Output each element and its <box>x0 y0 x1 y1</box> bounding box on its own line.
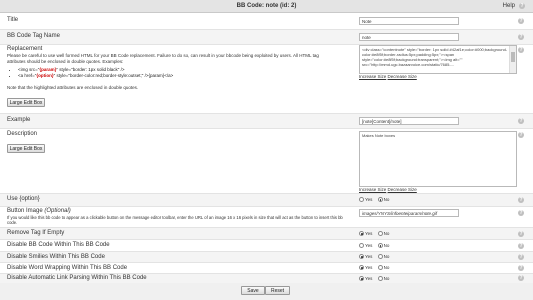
replacement-note: Note that the highlighted attributes are… <box>7 85 139 90</box>
disable-wrap-yes[interactable]: Yes <box>359 265 372 271</box>
radio-yes[interactable] <box>359 243 364 249</box>
row-disable-smilies: Disable Smilies Within This BB Code Yes … <box>0 252 533 263</box>
row-example: Example [note]Content[/note] ? <box>0 114 533 129</box>
help-icon[interactable]: ? <box>518 197 524 203</box>
title-input[interactable]: Note <box>359 17 459 25</box>
disable-bbcode-no[interactable]: No <box>377 243 389 249</box>
save-button[interactable]: Save <box>241 286 265 295</box>
window-titlebar: BB Code: note (id: 2) Help ? <box>0 0 533 13</box>
use-option-label: Use {option} <box>7 196 40 202</box>
disable-bbcode-radios: Yes No <box>359 243 393 249</box>
replacement-large-edit-button[interactable]: Large Edit Box <box>7 98 45 107</box>
radio-yes[interactable] <box>359 231 364 237</box>
tag-name-label: BB Code Tag Name <box>7 33 60 39</box>
replacement-label: Replacement <box>7 46 43 52</box>
radio-no[interactable] <box>377 197 383 203</box>
description-textarea[interactable]: Makes Note boxes <box>359 131 517 187</box>
help-icon[interactable]: ? <box>518 254 524 260</box>
row-disable-wrap: Disable Word Wrapping Within This BB Cod… <box>0 263 533 274</box>
disable-links-no[interactable]: No <box>377 276 389 282</box>
radio-yes[interactable] <box>359 254 364 260</box>
decrease-size-link[interactable]: Decrease Size <box>388 74 417 79</box>
increase-size-link[interactable]: Increase Size <box>359 74 386 79</box>
description-size-links: Increase Size Decrease Size <box>359 187 417 192</box>
replacement-examples: <img src="{param}" style="border: 1px so… <box>18 67 173 79</box>
disable-smilies-radios: Yes No <box>359 254 393 260</box>
row-tag-name: BB Code Tag Name note ? <box>0 30 533 45</box>
disable-smilies-label: Disable Smilies Within This BB Code <box>7 254 105 260</box>
button-image-input[interactable]: images/YNYS/infoenteiparam/note.gif <box>359 209 459 217</box>
remove-tag-radios: Yes No <box>359 231 393 237</box>
help-icon[interactable]: ? <box>518 243 524 249</box>
row-title: Title Note ? <box>0 13 533 30</box>
row-button-image: Button Image (Optional) If you would lik… <box>0 207 533 228</box>
row-disable-bbcode: Disable BB Code Within This BB Code Yes … <box>0 240 533 252</box>
help-icon[interactable]: ? <box>518 231 524 237</box>
radio-yes[interactable] <box>359 276 364 282</box>
help-icon[interactable]: ? <box>518 18 524 24</box>
radio-yes[interactable] <box>359 265 364 271</box>
window-title: BB Code: note (id: 2) <box>236 3 297 9</box>
example-label: Example <box>7 117 31 123</box>
example-input[interactable]: [note]Content[/note] <box>359 117 459 125</box>
title-label: Title <box>7 17 19 23</box>
replacement-textarea[interactable]: <div class="contentnote" style="border: … <box>359 45 517 74</box>
disable-smilies-no[interactable]: No <box>377 254 389 260</box>
help-icon[interactable]: ? <box>518 275 524 281</box>
reset-button[interactable]: Reset <box>265 286 290 295</box>
button-image-label: Button Image (Optional) <box>7 208 71 214</box>
disable-bbcode-yes[interactable]: Yes <box>359 243 372 249</box>
tag-name-input[interactable]: note <box>359 33 459 41</box>
help-icon[interactable]: ? <box>518 34 524 40</box>
disable-smilies-yes[interactable]: Yes <box>359 254 372 260</box>
description-large-edit-button[interactable]: Large Edit Box <box>7 144 45 153</box>
help-icon[interactable]: ? <box>518 210 524 216</box>
help-icon[interactable]: ? <box>518 47 524 53</box>
row-use-option: Use {option} Yes No ? <box>0 194 533 207</box>
help-icon[interactable]: ? <box>518 118 524 124</box>
radio-yes[interactable] <box>359 197 364 203</box>
radio-no[interactable] <box>377 254 383 260</box>
radio-no[interactable] <box>377 231 383 237</box>
disable-wrap-radios: Yes No <box>359 265 393 271</box>
use-option-no[interactable]: No <box>377 197 389 203</box>
use-option-radios: Yes No <box>359 197 393 203</box>
description-label: Description <box>7 131 38 137</box>
disable-wrap-no[interactable]: No <box>377 265 389 271</box>
disable-wrap-label: Disable Word Wrapping Within This BB Cod… <box>7 265 128 271</box>
example-link-tag: <a href="{option}" style="border-color:r… <box>18 73 173 78</box>
example-img-tag: <img src="{param}" style="border: 1px so… <box>18 67 173 72</box>
optional-tag: (Optional) <box>44 208 71 214</box>
description-text: Makes Note boxes <box>362 133 396 138</box>
form-actions: Save Reset <box>0 283 533 300</box>
remove-tag-yes[interactable]: Yes <box>359 231 372 237</box>
button-image-description: If you would like this bb code to appear… <box>7 215 343 225</box>
replacement-description: Please be careful to use well formed HTM… <box>7 53 319 64</box>
disable-bbcode-label: Disable BB Code Within This BB Code <box>7 242 110 248</box>
disable-links-radios: Yes No <box>359 276 393 282</box>
radio-no[interactable] <box>377 243 383 249</box>
replacement-text: <div class="contentnote" style="border: … <box>362 47 508 67</box>
disable-links-yes[interactable]: Yes <box>359 276 372 282</box>
row-remove-tag: Remove Tag If Empty Yes No ? <box>0 228 533 240</box>
row-replacement: Replacement Please be careful to use wel… <box>0 45 533 114</box>
help-icon[interactable]: ? <box>519 3 525 9</box>
disable-links-label: Disable Automatic Link Parsing Within Th… <box>7 275 147 281</box>
remove-tag-label: Remove Tag If Empty <box>7 230 65 236</box>
replacement-size-links: Increase Size Decrease Size <box>359 74 417 79</box>
remove-tag-no[interactable]: No <box>377 231 389 237</box>
decrease-size-link[interactable]: Decrease Size <box>388 187 417 192</box>
row-description: Description Large Edit Box Makes Note bo… <box>0 129 533 194</box>
increase-size-link[interactable]: Increase Size <box>359 187 386 192</box>
scrollbar[interactable] <box>509 46 516 73</box>
use-option-yes[interactable]: Yes <box>359 197 372 203</box>
help-link[interactable]: Help <box>503 0 515 12</box>
help-icon[interactable]: ? <box>518 132 524 138</box>
radio-no[interactable] <box>377 265 383 271</box>
radio-no[interactable] <box>377 276 383 282</box>
help-icon[interactable]: ? <box>518 265 524 271</box>
